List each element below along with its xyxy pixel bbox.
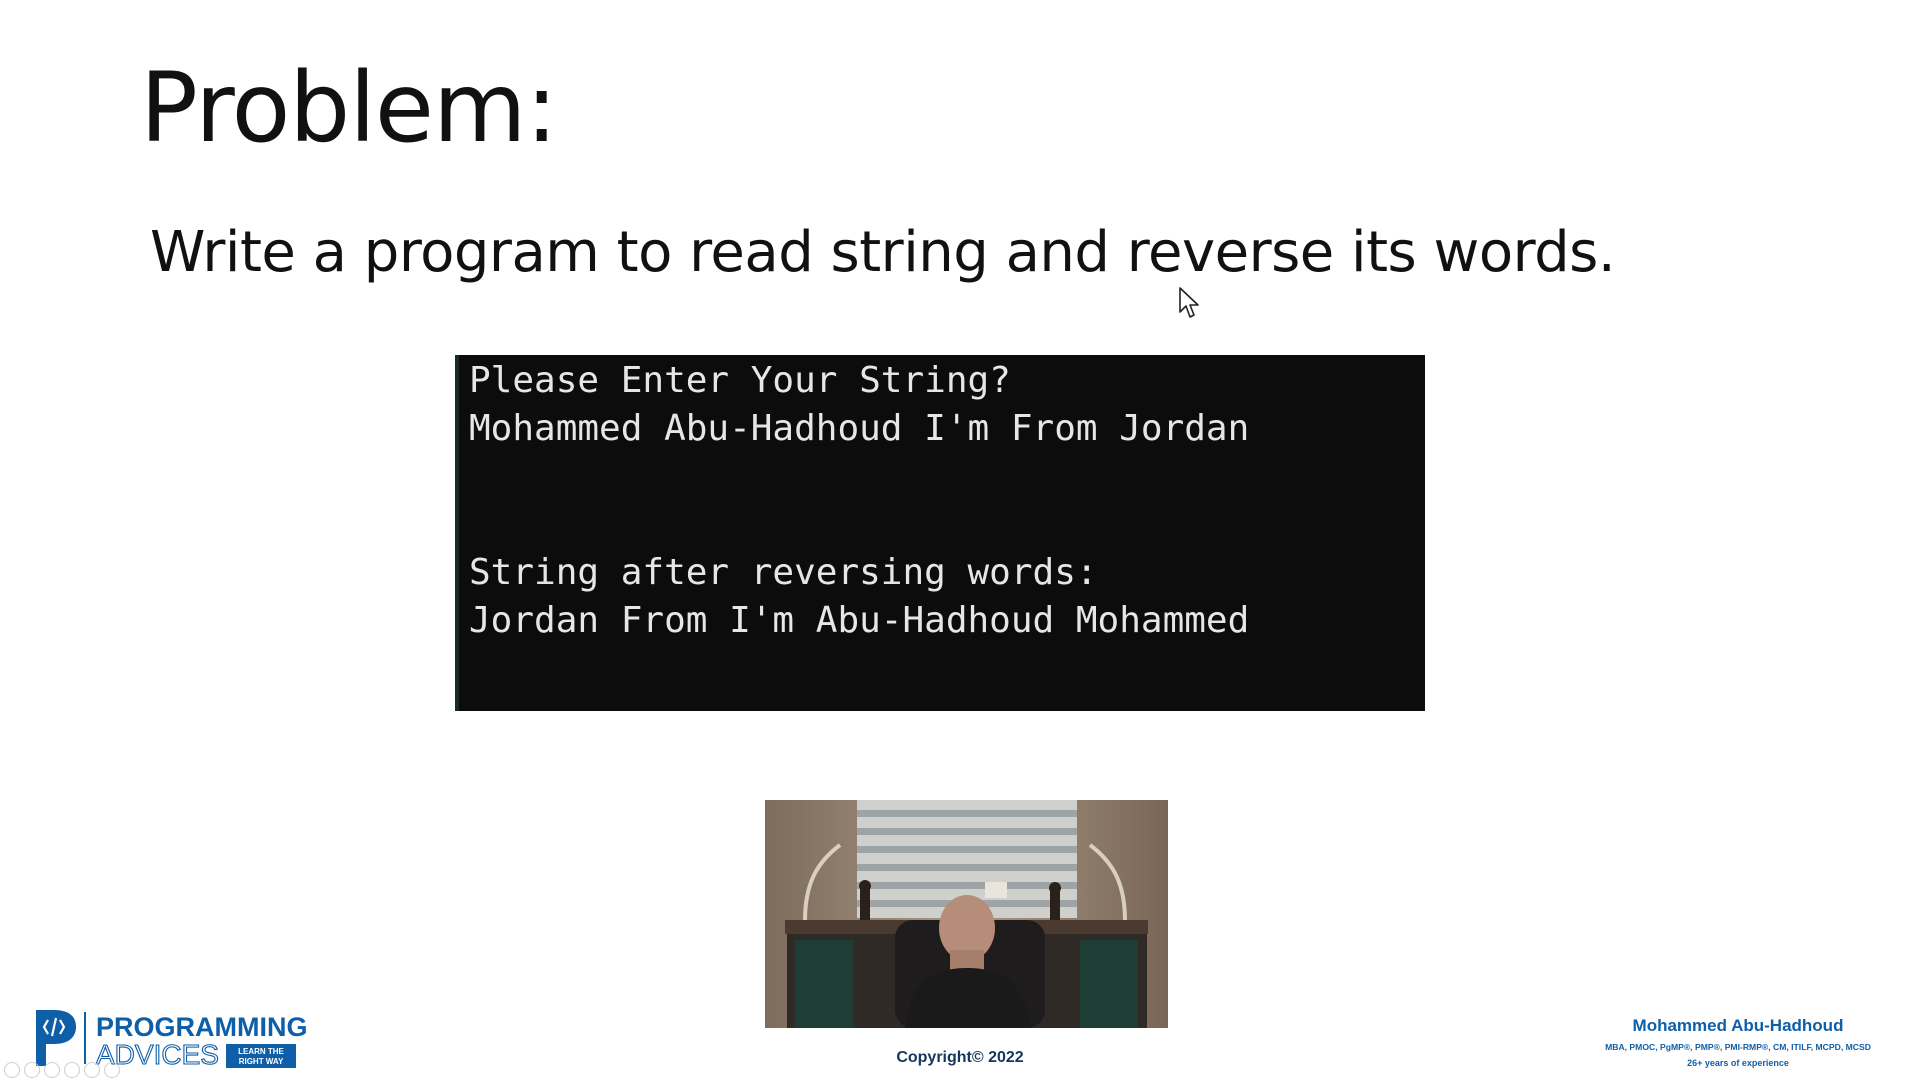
presenter-video-icon [765,800,1168,1028]
author-signature: Mohammed Abu-Hadhoud MBA, PMOC, PgMP®, P… [1568,1016,1908,1068]
console-output-screenshot: Please Enter Your String? Mohammed Abu-H… [455,355,1425,711]
author-certifications: MBA, PMOC, PgMP®, PMP®, PMI-RMP®, CM, IT… [1605,1042,1871,1052]
slide-title: Problem: [140,52,558,164]
more-options-icon[interactable] [104,1062,120,1078]
presentation-toolbar [4,1062,120,1078]
console-line: Mohammed Abu-Hadhoud I'm From Jordan [469,408,1250,449]
programming-advices-logo: PROGRAMMING ADVICES LEARN THE RIGHT WAY [30,1008,330,1071]
zoom-icon[interactable] [84,1062,100,1078]
previous-slide-icon[interactable] [4,1062,20,1078]
presentation-slide: Problem: Write a program to read string … [0,0,1920,1080]
next-slide-icon[interactable] [24,1062,40,1078]
svg-text:PROGRAMMING: PROGRAMMING [96,1012,308,1042]
svg-text:RIGHT WAY: RIGHT WAY [239,1057,284,1066]
console-line: Please Enter Your String? [469,360,1011,401]
pen-icon[interactable] [44,1062,60,1078]
console-line: String after reversing words: [469,552,1098,593]
author-experience: 26+ years of experience [1687,1058,1789,1068]
presenter-webcam-video [765,800,1168,1028]
svg-text:LEARN THE: LEARN THE [238,1047,284,1056]
problem-statement: Write a program to read string and rever… [150,220,1616,285]
mouse-pointer-icon [1179,287,1199,318]
slides-overview-icon[interactable] [64,1062,80,1078]
author-name: Mohammed Abu-Hadhoud [1632,1016,1844,1035]
console-line: Jordan From I'm Abu-Hadhoud Mohammed [469,600,1250,641]
